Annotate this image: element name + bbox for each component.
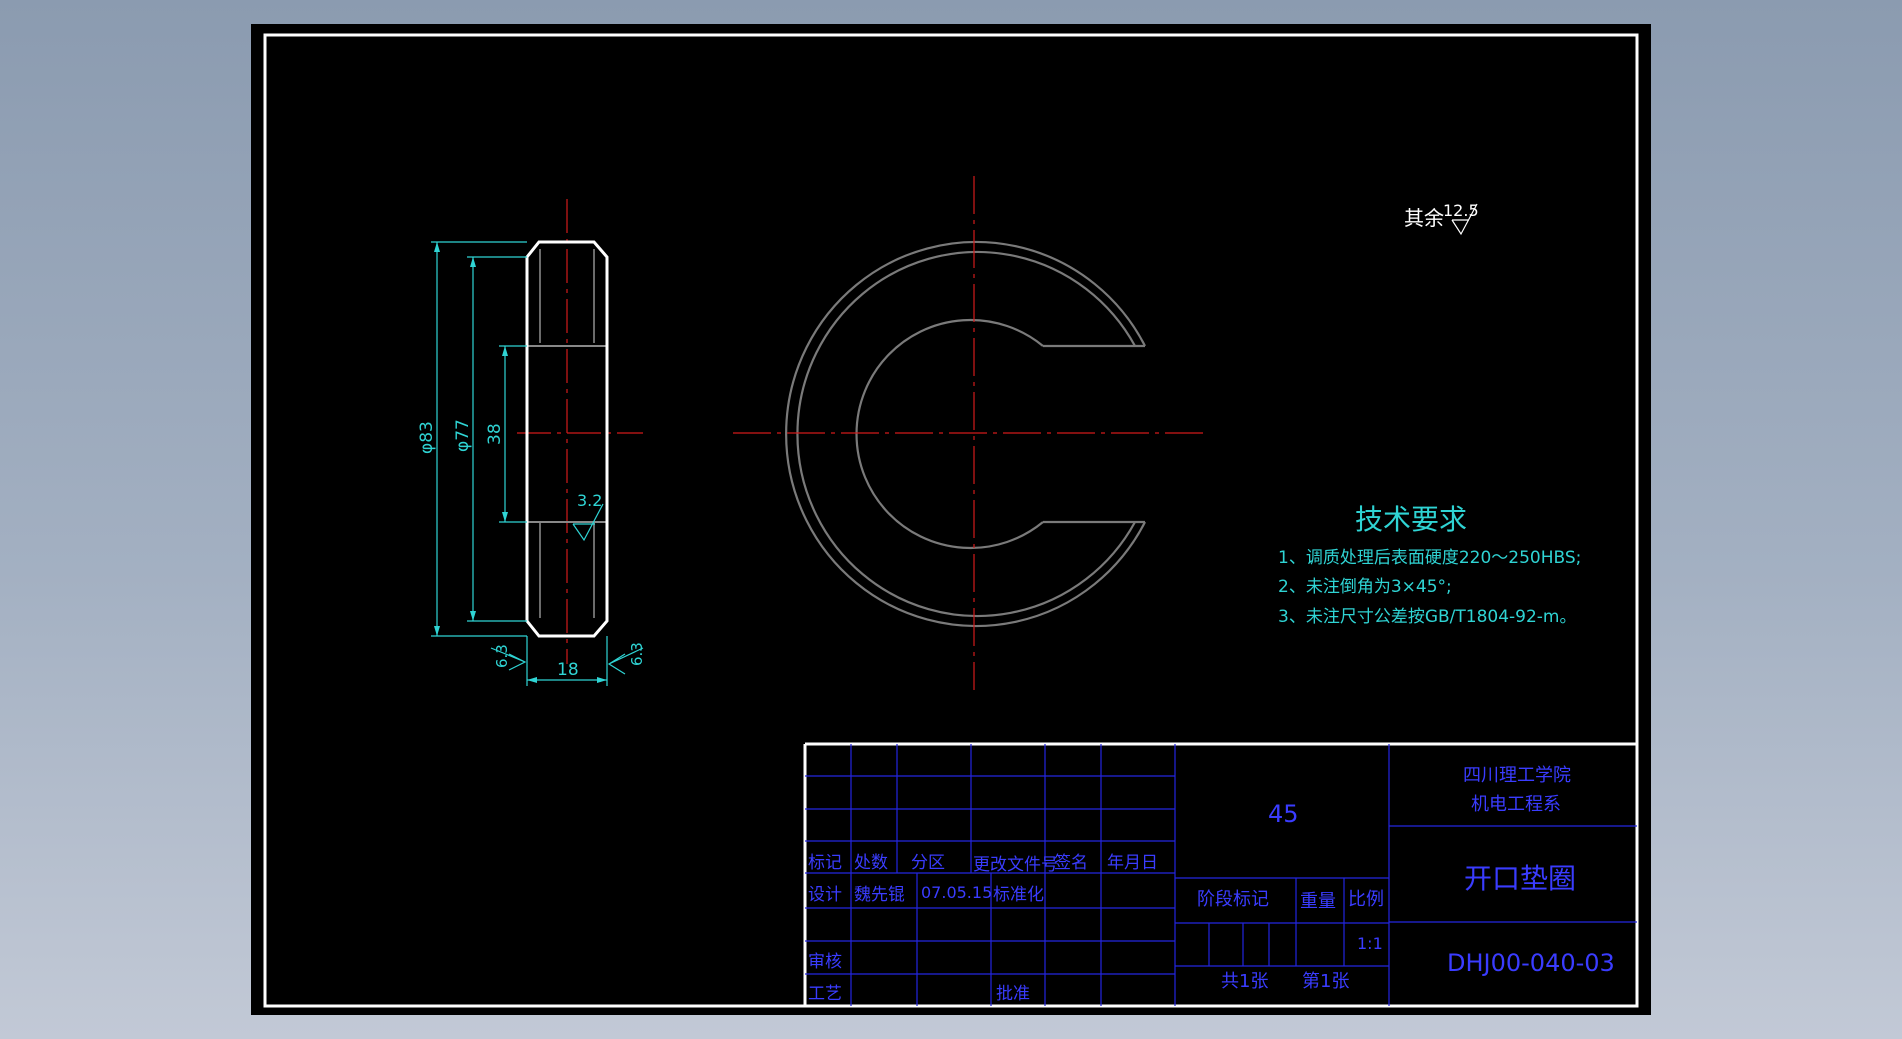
scale-label: 比例 bbox=[1348, 889, 1384, 910]
designer-name: 魏先锟 bbox=[854, 885, 905, 905]
process-label: 工艺 bbox=[808, 984, 842, 1004]
c-washer-inner bbox=[855, 318, 1044, 550]
sheets-total: 共1张 bbox=[1221, 971, 1268, 992]
material: 45 bbox=[1268, 800, 1299, 828]
tech-requirements-title: 技术要求 bbox=[1355, 503, 1467, 536]
roughness-text-right: 6.3 bbox=[628, 642, 646, 666]
header-date: 年月日 bbox=[1107, 853, 1158, 873]
title-block: 标记 处数 分区 更改文件号 签名 年月日 设计 魏先锟 07.05.15 标准… bbox=[803, 742, 1637, 1006]
department-name: 机电工程系 bbox=[1471, 794, 1561, 815]
c-washer-outer-chamfer bbox=[796, 250, 1136, 618]
review-label: 审核 bbox=[808, 952, 842, 972]
sheet-number: 第1张 bbox=[1302, 971, 1349, 992]
institution-name: 四川理工学院 bbox=[1463, 765, 1571, 786]
stage-mark-label: 阶段标记 bbox=[1197, 889, 1269, 910]
c-washer-outer bbox=[785, 240, 1146, 628]
drawing-number: DHJ00-040-03 bbox=[1447, 949, 1615, 977]
header-count: 处数 bbox=[854, 853, 888, 873]
roughness-text-inner: 3.2 bbox=[577, 491, 602, 510]
header-mark: 标记 bbox=[808, 853, 842, 873]
approve-label: 批准 bbox=[996, 984, 1030, 1004]
dimension-text-38: 38 bbox=[485, 423, 505, 445]
header-change-doc: 更改文件号 bbox=[973, 855, 1058, 875]
tech-requirement-1: 1、调质处理后表面硬度220～250HBS; bbox=[1278, 548, 1581, 568]
front-view bbox=[733, 176, 1205, 690]
design-date: 07.05.15 bbox=[921, 883, 992, 902]
header-zone: 分区 bbox=[911, 853, 945, 873]
tech-requirements: 技术要求 1、调质处理后表面硬度220～250HBS; 2、未注倒角为3×45°… bbox=[1278, 503, 1581, 627]
weight-label: 重量 bbox=[1300, 891, 1336, 912]
dimension-text-18: 18 bbox=[557, 660, 579, 680]
header-signature: 签名 bbox=[1054, 853, 1088, 873]
design-label: 设计 bbox=[808, 885, 842, 905]
drawing-sheet: φ83 φ77 38 18 3.2 6.3 6.3 其余 12.5 技术要求 1… bbox=[251, 24, 1651, 1015]
surface-finish-label: 其余 bbox=[1404, 206, 1444, 230]
dimension-text-d77: φ77 bbox=[453, 419, 473, 452]
dimension-text-d83: φ83 bbox=[417, 421, 437, 454]
tech-requirement-2: 2、未注倒角为3×45°; bbox=[1278, 577, 1452, 597]
surface-finish-note: 其余 12.5 bbox=[1404, 201, 1479, 236]
tech-requirement-3: 3、未注尺寸公差按GB/T1804-92-m。 bbox=[1278, 607, 1577, 627]
surface-finish-value: 12.5 bbox=[1443, 201, 1479, 220]
side-view: φ83 φ77 38 18 3.2 6.3 6.3 bbox=[417, 199, 646, 686]
scale-value: 1:1 bbox=[1357, 934, 1383, 953]
roughness-text-left: 6.3 bbox=[493, 644, 511, 668]
standardize-label: 标准化 bbox=[993, 885, 1044, 905]
cad-drawing: φ83 φ77 38 18 3.2 6.3 6.3 其余 12.5 技术要求 1… bbox=[263, 33, 1639, 1008]
part-name: 开口垫圈 bbox=[1464, 862, 1576, 895]
